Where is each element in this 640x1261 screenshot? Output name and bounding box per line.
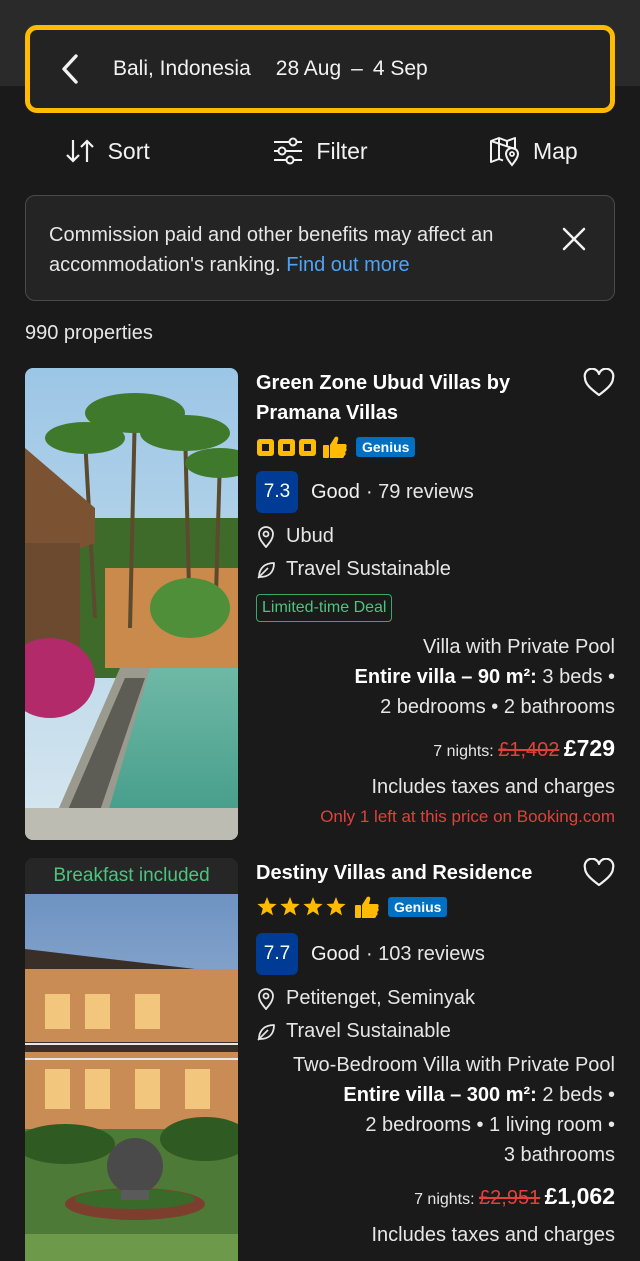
room-type: Villa with Private Pool — [423, 636, 615, 658]
location-row: Ubud — [256, 520, 615, 553]
rating-badges: Genius — [256, 892, 615, 922]
room-size: Entire villa – 300 m²: — [343, 1084, 537, 1106]
location-row: Petitenget, Seminyak — [256, 982, 615, 1015]
map-button[interactable]: Map — [427, 128, 640, 174]
star-rating-icon — [257, 897, 346, 916]
review-count: · 79 reviews — [365, 480, 474, 503]
room-details: 2 bedrooms • 1 living room • — [365, 1114, 615, 1136]
room-details-bathrooms: 3 bathrooms — [503, 1144, 615, 1166]
property-count: 990 properties — [25, 322, 153, 344]
thumbs-up-icon — [323, 436, 347, 458]
sustainability-row: Travel Sustainable — [256, 1015, 615, 1048]
date-range: 28 Aug – 4 Sep — [276, 57, 428, 81]
property-photo[interactable] — [25, 368, 238, 840]
location-text: Petitenget, Seminyak — [286, 987, 475, 1009]
property-card[interactable]: Breakfast included Destiny Villas and Re… — [25, 858, 615, 1261]
star-rating-squares-icon — [257, 439, 316, 456]
review-summary[interactable]: 7.3 Good · 79 reviews — [256, 471, 615, 513]
find-out-more-link[interactable]: Find out more — [286, 254, 409, 276]
filter-button[interactable]: Filter — [213, 128, 426, 174]
rating-word: Good — [311, 480, 360, 503]
location-pin-icon — [258, 987, 274, 1010]
check-out-date: 4 Sep — [372, 57, 428, 80]
room-summary: Entire villa – 90 m²: 3 beds • — [256, 662, 615, 692]
property-card[interactable]: Green Zone Ubud Villas by Pramana Villas… — [25, 368, 615, 840]
scarcity-message: Only 1 left at this price on Booking.com — [320, 807, 615, 826]
review-summary[interactable]: 7.7 Good · 103 reviews — [256, 933, 615, 975]
notice-text: Commission paid and other benefits may a… — [49, 224, 494, 276]
heart-icon[interactable] — [583, 858, 615, 888]
sustainability-text: Travel Sustainable — [286, 558, 451, 580]
results-toolbar: Sort Filter Map — [0, 128, 640, 174]
nights-label: 7 nights: — [414, 1191, 475, 1208]
original-price: £2,951 — [479, 1187, 541, 1209]
review-score: 7.7 — [256, 933, 298, 975]
ranking-notice: Commission paid and other benefits may a… — [25, 195, 615, 301]
thumbs-up-icon — [355, 896, 379, 918]
room-details: 2 bedrooms • 2 bathrooms — [380, 696, 615, 718]
genius-badge: Genius — [388, 897, 448, 917]
review-score: 7.3 — [256, 471, 298, 513]
breakfast-badge: Breakfast included — [25, 858, 238, 894]
room-beds: 3 beds • — [542, 666, 615, 688]
sustainability-text: Travel Sustainable — [286, 1020, 451, 1042]
rating-word: Good — [311, 942, 360, 965]
heart-icon[interactable] — [583, 368, 615, 398]
sustainability-row: Travel Sustainable — [256, 553, 615, 586]
rating-badges: Genius — [256, 432, 615, 462]
price-row: 7 nights: £1,402 £729 — [256, 730, 615, 770]
discounted-price: £1,062 — [544, 1183, 615, 1209]
location-text: Ubud — [286, 525, 334, 547]
room-summary: Entire villa – 300 m²: 2 beds • — [256, 1080, 615, 1110]
original-price: £1,402 — [498, 739, 560, 761]
leaf-icon — [257, 1023, 275, 1041]
sort-icon — [65, 139, 94, 163]
sort-label: Sort — [107, 137, 150, 164]
room-beds: 2 beds • — [542, 1084, 615, 1106]
filter-label: Filter — [316, 137, 368, 164]
deal-badge: Limited-time Deal — [256, 594, 393, 622]
search-summary-bar[interactable]: Bali, Indonesia 28 Aug – 4 Sep — [25, 25, 615, 113]
back-button[interactable] — [30, 30, 110, 108]
destination-text: Bali, Indonesia — [113, 57, 251, 80]
date-separator: – — [351, 57, 363, 80]
close-icon[interactable] — [559, 224, 589, 254]
review-count: · 103 reviews — [365, 942, 485, 965]
property-info: Destiny Villas and Residence Genius 7.7 … — [256, 858, 615, 1250]
discounted-price: £729 — [563, 735, 615, 761]
taxes-note: Includes taxes and charges — [371, 1224, 616, 1246]
room-size: Entire villa – 90 m²: — [354, 666, 537, 688]
taxes-note: Includes taxes and charges — [371, 776, 616, 798]
price-row: 7 nights: £2,951 £1,062 — [256, 1178, 615, 1218]
chevron-left-icon — [62, 54, 78, 84]
nights-label: 7 nights: — [433, 743, 494, 760]
check-in-date: 28 Aug — [275, 57, 342, 80]
leaf-icon — [257, 561, 275, 579]
room-type: Two-Bedroom Villa with Private Pool — [293, 1054, 615, 1076]
location-pin-icon — [258, 525, 274, 548]
villa-pool-photo — [25, 368, 238, 840]
sort-button[interactable]: Sort — [0, 128, 213, 174]
property-info: Green Zone Ubud Villas by Pramana Villas… — [256, 368, 615, 832]
filter-sliders-icon — [274, 137, 303, 165]
villa-building-photo — [25, 894, 238, 1261]
genius-badge: Genius — [356, 437, 416, 457]
property-name[interactable]: Destiny Villas and Residence — [256, 858, 576, 888]
property-photo[interactable] — [25, 894, 238, 1261]
property-name[interactable]: Green Zone Ubud Villas by Pramana Villas — [256, 368, 576, 428]
map-pin-icon — [489, 137, 519, 167]
map-label: Map — [532, 137, 578, 164]
